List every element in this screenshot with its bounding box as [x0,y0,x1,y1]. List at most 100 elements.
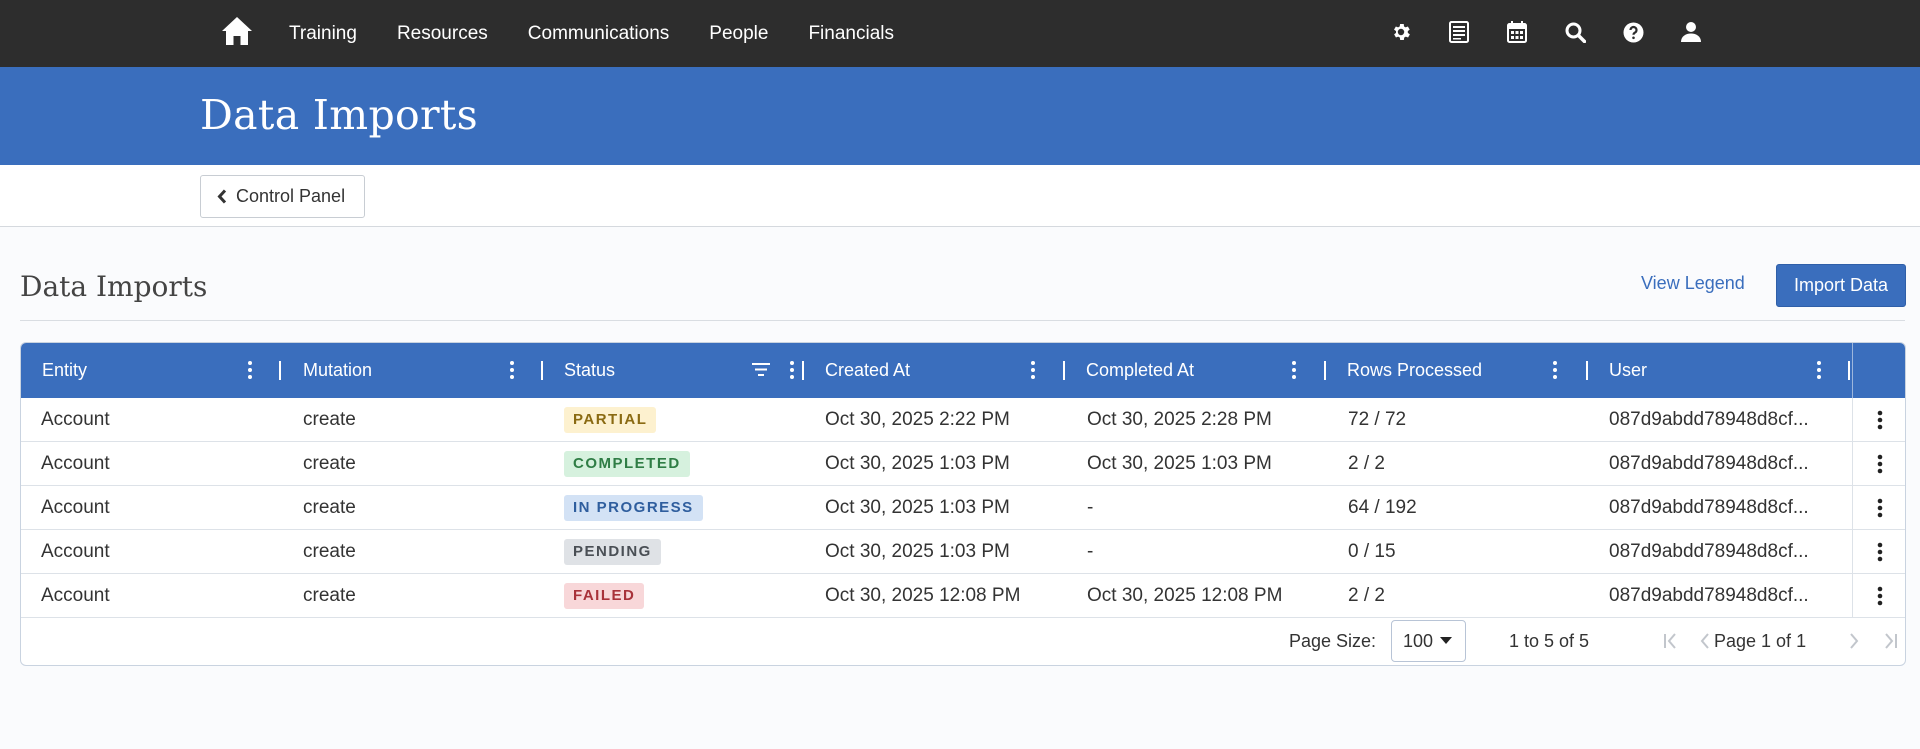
cell-entity: Account [41,453,110,474]
status-badge: PARTIAL [564,406,657,433]
cell-created-at: Oct 30, 2025 1:03 PM [825,541,1010,562]
pagination-bar: Page Size: 100 1 to 5 of 5 Page 1 of 1 [21,618,1905,665]
cell-status: IN PROGRESS [564,486,703,530]
row-actions-menu-icon[interactable] [1852,398,1905,442]
view-legend-link[interactable]: View Legend [1641,273,1745,294]
nav-link-financials[interactable]: Financials [808,23,894,45]
import-data-button[interactable]: Import Data [1776,264,1906,307]
data-imports-table: Entity Mutation Status Created At Comple… [20,342,1906,666]
column-header-mutation[interactable]: Mutation [282,343,543,398]
back-button-label: Control Panel [236,186,346,206]
cell-mutation: create [303,585,356,606]
cell-entity: Account [41,409,110,430]
column-header-completed-at[interactable]: Completed At [1065,343,1326,398]
cell-user: 087d9abdd78948d8cf... [1609,541,1809,562]
cell-completed-at: - [1087,497,1094,518]
column-header-status[interactable]: Status [543,343,804,398]
table-row[interactable]: Account create FAILED Oct 30, 2025 12:08… [21,574,1905,618]
nav-link-training[interactable]: Training [289,23,357,45]
page-size-label: Page Size: [1289,631,1377,651]
cell-user: 087d9abdd78948d8cf... [1609,497,1809,518]
table-row[interactable]: Account create PARTIAL Oct 30, 2025 2:22… [21,398,1905,442]
cell-completed-at: Oct 30, 2025 1:03 PM [1087,453,1272,474]
table-row[interactable]: Account create IN PROGRESS Oct 30, 2025 … [21,486,1905,530]
table-header: Entity Mutation Status Created At Comple… [21,343,1905,398]
previous-page-icon[interactable] [1699,632,1711,650]
cell-status: PARTIAL [564,398,657,442]
cell-entity: Account [41,541,110,562]
cell-rows-processed: 0 / 15 [1348,541,1396,562]
control-panel-back-button[interactable]: Control Panel [200,175,365,218]
cell-rows-processed: 2 / 2 [1348,585,1385,606]
last-page-icon[interactable] [1883,632,1899,650]
table-row[interactable]: Account create PENDING Oct 30, 2025 1:03… [21,530,1905,574]
column-menu-icon[interactable] [245,360,255,380]
nav-link-resources[interactable]: Resources [397,23,488,45]
cell-entity: Account [41,497,110,518]
caret-down-icon [1440,637,1452,644]
status-badge: IN PROGRESS [564,494,703,521]
status-badge: FAILED [564,582,645,609]
column-header-created-at[interactable]: Created At [804,343,1065,398]
cell-user: 087d9abdd78948d8cf... [1609,409,1809,430]
column-menu-icon[interactable] [507,360,517,380]
nav-icons [1388,19,1736,45]
breadcrumb: Control Panel [0,165,1920,227]
row-actions-menu-icon[interactable] [1852,530,1905,574]
section-divider [20,320,1905,321]
cell-mutation: create [303,453,356,474]
column-menu-icon[interactable] [1028,360,1038,380]
column-header-rows-processed[interactable]: Rows Processed [1326,343,1588,398]
page-size-value: 100 [1403,631,1434,651]
gear-icon[interactable] [1388,19,1414,45]
cell-status: FAILED [564,574,645,618]
row-actions-menu-icon[interactable] [1852,442,1905,486]
column-header-entity[interactable]: Entity [21,343,281,398]
help-icon[interactable] [1620,19,1646,45]
cell-entity: Account [41,585,110,606]
top-nav: Training Resources Communications People… [0,0,1920,67]
next-page-icon[interactable] [1848,632,1860,650]
cell-mutation: create [303,541,356,562]
cell-rows-processed: 64 / 192 [1348,497,1417,518]
page-title: Data Imports [200,91,478,139]
calendar-icon[interactable] [1504,19,1530,45]
status-badge: PENDING [564,538,661,565]
nav-link-communications[interactable]: Communications [528,23,670,45]
nav-link-people[interactable]: People [709,23,768,45]
list-icon[interactable] [1446,19,1472,45]
cell-status: COMPLETED [564,442,690,486]
table-body: Account create PARTIAL Oct 30, 2025 2:22… [21,398,1905,618]
cell-completed-at: Oct 30, 2025 12:08 PM [1087,585,1283,606]
cell-mutation: create [303,497,356,518]
column-menu-icon[interactable] [1814,360,1824,380]
column-resize-handle[interactable] [1848,361,1850,380]
first-page-icon[interactable] [1662,632,1678,650]
column-menu-icon[interactable] [787,360,797,380]
cell-created-at: Oct 30, 2025 12:08 PM [825,585,1021,606]
actions-column-header [1852,343,1905,398]
cell-created-at: Oct 30, 2025 2:22 PM [825,409,1010,430]
cell-user: 087d9abdd78948d8cf... [1609,453,1809,474]
section-title: Data Imports [20,270,208,303]
column-menu-icon[interactable] [1289,360,1299,380]
column-menu-icon[interactable] [1550,360,1560,380]
page-size-select[interactable]: 100 [1391,620,1466,662]
row-actions-menu-icon[interactable] [1852,574,1905,618]
row-actions-menu-icon[interactable] [1852,486,1905,530]
page-indicator: Page 1 of 1 [1714,631,1807,651]
cell-completed-at: Oct 30, 2025 2:28 PM [1087,409,1272,430]
user-icon[interactable] [1678,19,1704,45]
search-icon[interactable] [1562,19,1588,45]
status-badge: COMPLETED [564,450,690,477]
home-icon[interactable] [221,16,253,46]
chevron-left-icon [217,189,227,204]
table-row[interactable]: Account create COMPLETED Oct 30, 2025 1:… [21,442,1905,486]
cell-mutation: create [303,409,356,430]
cell-created-at: Oct 30, 2025 1:03 PM [825,453,1010,474]
cell-completed-at: - [1087,541,1094,562]
filter-icon[interactable] [752,362,770,377]
column-resize-handle[interactable] [279,361,281,380]
nav-links: Training Resources Communications People… [289,0,934,67]
column-header-user[interactable]: User [1588,343,1852,398]
